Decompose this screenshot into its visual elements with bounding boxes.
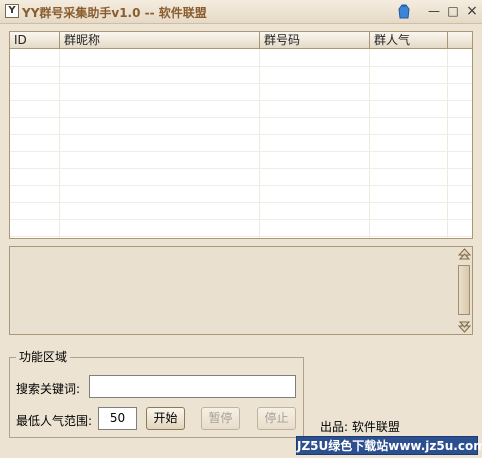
keyword-label: 搜索关键词: xyxy=(16,382,81,396)
row-gridline xyxy=(10,134,472,135)
scroll-up-icon[interactable] xyxy=(458,248,471,262)
pause-button[interactable]: 暂停 xyxy=(201,407,240,430)
column-header-group-number[interactable]: 群号码 xyxy=(260,32,370,49)
function-area-title: 功能区域 xyxy=(16,348,71,365)
row-gridline xyxy=(10,117,472,118)
app-icon: Y xyxy=(5,4,19,18)
scroll-down-icon[interactable] xyxy=(458,319,471,333)
stop-button[interactable]: 停止 xyxy=(257,407,296,430)
keyword-input[interactable] xyxy=(89,375,296,398)
row-gridline xyxy=(10,66,472,67)
column-header-filler xyxy=(448,32,472,49)
window-title: YY群号采集助手v1.0 -- 软件联盟 xyxy=(22,6,207,20)
vertical-scrollbar[interactable] xyxy=(457,248,471,333)
row-gridline xyxy=(10,236,472,237)
start-button[interactable]: 开始 xyxy=(146,407,185,430)
row-gridline xyxy=(10,83,472,84)
skin-icon[interactable] xyxy=(396,3,412,19)
row-gridline xyxy=(10,151,472,152)
close-button[interactable]: × xyxy=(465,4,479,18)
column-divider xyxy=(259,49,260,238)
log-area[interactable] xyxy=(9,246,473,335)
group-list[interactable]: ID 群昵称 群号码 群人气 xyxy=(9,31,473,239)
row-gridline xyxy=(10,219,472,220)
scroll-thumb[interactable] xyxy=(458,265,470,315)
column-divider xyxy=(369,49,370,238)
column-header-popularity[interactable]: 群人气 xyxy=(370,32,448,49)
publisher-label: 出品: 软件联盟 xyxy=(320,420,400,434)
maximize-button[interactable]: □ xyxy=(446,4,460,18)
row-gridline xyxy=(10,185,472,186)
min-popularity-label: 最低人气范围: xyxy=(16,414,93,428)
column-divider xyxy=(447,49,448,238)
column-header-id[interactable]: ID xyxy=(10,32,60,49)
column-header-nickname[interactable]: 群昵称 xyxy=(60,32,260,49)
row-gridline xyxy=(10,168,472,169)
watermark-banner: JZ5U绿色下载站www.jz5u.com xyxy=(296,436,482,455)
row-gridline xyxy=(10,100,472,101)
list-header: ID 群昵称 群号码 群人气 xyxy=(10,32,472,49)
min-popularity-input[interactable]: 50 xyxy=(98,407,137,430)
row-gridline xyxy=(10,202,472,203)
column-divider xyxy=(59,49,60,238)
minimize-button[interactable]: — xyxy=(427,4,441,18)
